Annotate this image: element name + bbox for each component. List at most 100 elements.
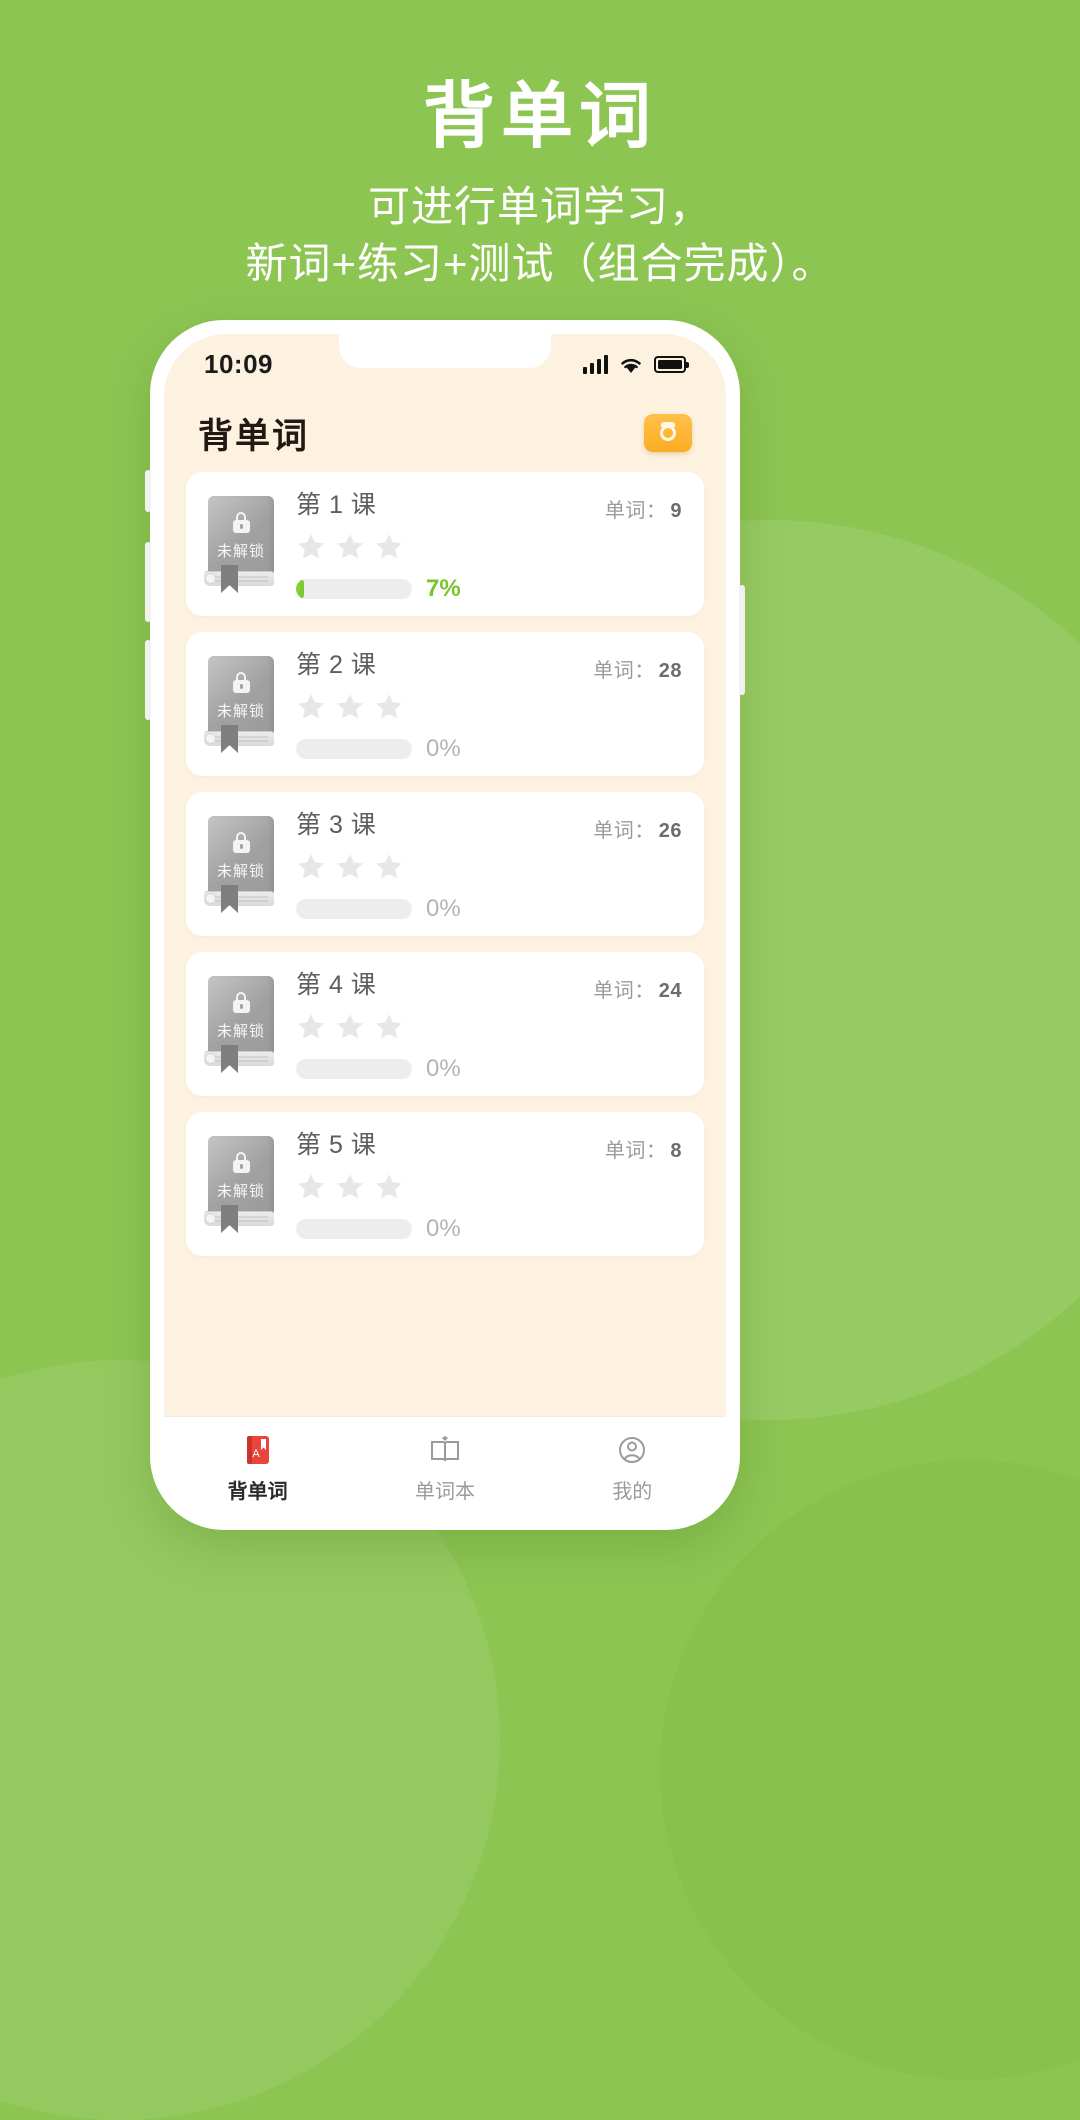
lock-icon: [232, 511, 250, 533]
wifi-icon: [619, 355, 643, 374]
locked-label: 未解锁: [216, 862, 265, 880]
signal-bars-icon: [582, 354, 608, 374]
star-rating: [296, 692, 682, 721]
star-rating: [296, 532, 682, 561]
book-spine: [205, 573, 216, 584]
book-cover: 未解锁: [208, 656, 274, 736]
book-spine: [205, 733, 216, 744]
star-icon: [376, 854, 402, 879]
phone-volume-up-button: [145, 542, 151, 622]
star-icon: [376, 1174, 402, 1199]
word-count-label: 单词：: [604, 1140, 667, 1162]
progress-percent: 0%: [426, 1215, 461, 1242]
lesson-card[interactable]: 未解锁第 3 课 0% 单词： 26: [186, 792, 704, 936]
book-bookmark-ribbon: [221, 1045, 238, 1073]
tab-我的[interactable]: 我的: [539, 1429, 726, 1504]
battery-full-icon: [654, 355, 689, 373]
lesson-card[interactable]: 未解锁第 1 课 7% 单词： 9: [186, 472, 704, 616]
star-icon: [298, 694, 324, 719]
word-count-label: 单词：: [593, 980, 655, 1002]
lock-icon: [232, 991, 250, 1013]
star-icon: [298, 534, 324, 559]
locked-book-icon: 未解锁: [204, 656, 274, 753]
tab-label: 单词本: [414, 1481, 475, 1503]
lesson-list[interactable]: 未解锁第 1 课 7% 单词： 9 未解锁第 2 课 0% 单词： 28 未解锁第 3 课 0% 单…: [164, 472, 726, 1416]
app-header: 背单词: [164, 394, 726, 472]
lesson-progress: 0%: [296, 1055, 682, 1083]
word-count: 单词： 24: [593, 974, 682, 1003]
lesson-progress: 7%: [296, 575, 682, 603]
star-icon: [376, 534, 402, 559]
phone-notch: [339, 334, 551, 368]
star-rating: [296, 1172, 682, 1201]
star-icon: [337, 854, 363, 879]
star-icon: [376, 1014, 402, 1039]
book-bookmark-ribbon: [221, 565, 238, 593]
progress-percent: 0%: [426, 1055, 461, 1082]
progress-bar: [296, 1219, 412, 1239]
book-bookmark-ribbon: [221, 885, 238, 913]
star-icon: [298, 1174, 324, 1199]
word-count-value: 8: [670, 1140, 682, 1162]
phone-mockup: 10:09 背单词 未解锁第 1 课 7% 单词： 9 未解锁第 2 课 0% …: [145, 320, 745, 1530]
locked-label: 未解锁: [216, 1022, 265, 1040]
locked-book-icon: 未解锁: [204, 976, 274, 1073]
locked-book-icon: 未解锁: [204, 816, 274, 913]
star-icon: [337, 694, 363, 719]
progress-bar: [296, 579, 412, 599]
star-rating: [296, 1012, 682, 1041]
book-spine: [205, 1053, 216, 1064]
progress-bar: [296, 899, 412, 919]
locked-book-icon: 未解锁: [204, 1136, 274, 1233]
progress-bar-fill: [296, 579, 305, 599]
star-icon: [298, 854, 324, 879]
lesson-progress: 0%: [296, 895, 682, 923]
lock-icon: [232, 831, 250, 853]
status-time: 10:09: [204, 348, 273, 379]
word-count: 单词： 26: [593, 814, 682, 843]
book-bookmark-ribbon: [221, 725, 238, 753]
tab-单词本[interactable]: 单词本: [351, 1429, 538, 1504]
red-book-icon: A: [164, 1429, 351, 1471]
phone-screen: 10:09 背单词 未解锁第 1 课 7% 单词： 9 未解锁第 2 课 0% …: [164, 334, 726, 1516]
locked-book-icon: 未解锁: [204, 496, 274, 593]
lesson-progress: 0%: [296, 735, 682, 763]
lesson-progress: 0%: [296, 1215, 682, 1243]
book-cover: 未解锁: [208, 1136, 274, 1216]
lesson-card[interactable]: 未解锁第 5 课 0% 单词： 8: [186, 1112, 704, 1256]
progress-percent: 0%: [426, 735, 461, 762]
progress-bar: [296, 1059, 412, 1079]
lesson-card[interactable]: 未解锁第 4 课 0% 单词： 24: [186, 952, 704, 1096]
word-count: 单词： 9: [605, 494, 682, 523]
book-cover: 未解锁: [208, 496, 274, 576]
svg-text:A: A: [252, 1448, 260, 1460]
progress-percent: 7%: [426, 575, 461, 602]
word-count-value: 26: [658, 820, 682, 842]
progress-percent: 0%: [426, 895, 461, 922]
locked-label: 未解锁: [216, 542, 265, 560]
lock-icon: [232, 1151, 250, 1173]
book-bookmark-ribbon: [221, 1205, 238, 1233]
phone-volume-down-button: [145, 640, 151, 720]
word-count-label: 单词：: [593, 820, 655, 842]
bottom-tab-bar[interactable]: A 背单词 单词本 我的: [164, 1416, 726, 1516]
progress-bar: [296, 739, 412, 759]
tab-label: 背单词: [227, 1481, 288, 1503]
star-icon: [337, 1174, 363, 1199]
profile-icon: [539, 1429, 726, 1471]
locked-label: 未解锁: [216, 702, 265, 720]
status-bar: 10:09: [164, 334, 726, 394]
open-book-icon: [351, 1429, 538, 1471]
page-title: 背单词: [198, 416, 310, 456]
lesson-card[interactable]: 未解锁第 2 课 0% 单词： 28: [186, 632, 704, 776]
star-rating: [296, 852, 682, 881]
word-count-label: 单词：: [593, 660, 655, 682]
word-count: 单词： 8: [605, 1134, 682, 1163]
star-icon: [337, 534, 363, 559]
status-icons: [582, 354, 689, 374]
word-count-label: 单词：: [604, 500, 667, 522]
word-count-value: 28: [658, 660, 682, 682]
tab-背单词[interactable]: A 背单词: [164, 1429, 351, 1504]
camera-icon[interactable]: [644, 414, 692, 452]
background-decor-circle-bottom: [660, 1460, 1080, 2080]
